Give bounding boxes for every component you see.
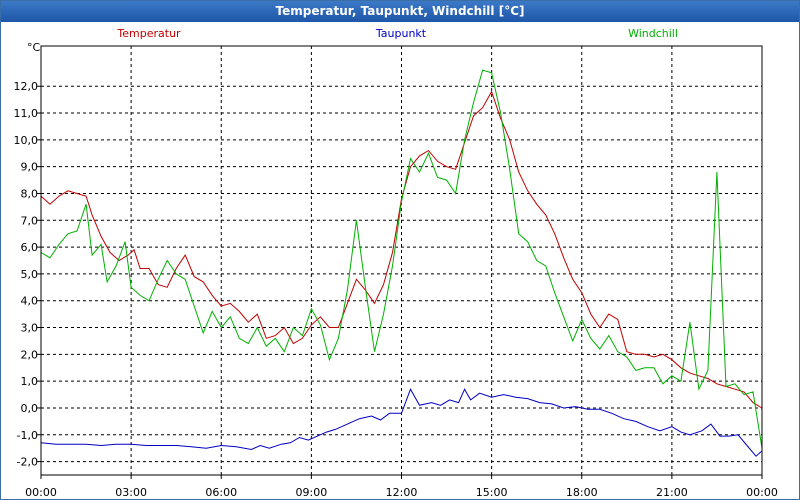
- x-axis-ticks: 00:0017.12.1303:0017.12.1306:0017.12.130…: [25, 475, 778, 499]
- y-tick-label: -1,0: [17, 429, 38, 442]
- y-tick-label: 7,0: [21, 214, 39, 227]
- y-tick-label: 5,0: [21, 268, 39, 281]
- x-tick-time-label: 03:00: [115, 486, 147, 499]
- legend: Temperatur Taupunkt Windchill: [116, 27, 678, 40]
- y-axis-ticks: 12,0 11,0 10,0 9,0 8,0 7,0 6,0 5,0 4,0 3,0 2,0 1,0 0…: [14, 80, 41, 469]
- x-tick-time-label: 09:00: [296, 486, 328, 499]
- grid-lines: [41, 46, 762, 475]
- chart-window: Temperatur, Taupunkt, Windchill [°C] °C …: [0, 0, 800, 500]
- y-axis-unit-label: °C: [27, 41, 41, 54]
- y-tick-label: 8,0: [21, 187, 39, 200]
- y-tick-label: 3,0: [21, 322, 39, 335]
- legend-entry-windchill: Windchill: [628, 27, 678, 40]
- plot-area-border: [40, 45, 763, 476]
- x-tick-time-label: 15:00: [476, 486, 508, 499]
- x-tick-time-label: 18:00: [566, 486, 598, 499]
- x-tick-time-label: 12:00: [386, 486, 418, 499]
- y-tick-label: 12,0: [14, 80, 39, 93]
- y-tick-label: 1,0: [21, 375, 39, 388]
- y-tick-label: 2,0: [21, 348, 39, 361]
- series-line-taupunkt: [40, 388, 763, 457]
- legend-entry-temperatur: Temperatur: [116, 27, 181, 40]
- x-tick-time-label: 21:00: [656, 486, 688, 499]
- y-tick-label: 0,0: [21, 402, 39, 415]
- y-tick-label: 4,0: [21, 295, 39, 308]
- y-tick-label: -2,0: [17, 456, 38, 469]
- x-tick-time-label: 06:00: [205, 486, 237, 499]
- chart-svg: °C Temperatur Taupunkt Windchill 12,011,01…: [14, 27, 778, 499]
- y-tick-label: 6,0: [21, 241, 39, 254]
- y-tick-label: 11,0: [14, 107, 39, 120]
- x-tick-time-label: 00:00: [746, 486, 778, 499]
- x-tick-time-label: 00:00: [25, 486, 57, 499]
- window-title: Temperatur, Taupunkt, Windchill [°C]: [1, 1, 799, 22]
- y-tick-label: 9,0: [21, 161, 39, 174]
- legend-entry-taupunkt: Taupunkt: [375, 27, 427, 40]
- y-tick-label: 10,0: [14, 134, 39, 147]
